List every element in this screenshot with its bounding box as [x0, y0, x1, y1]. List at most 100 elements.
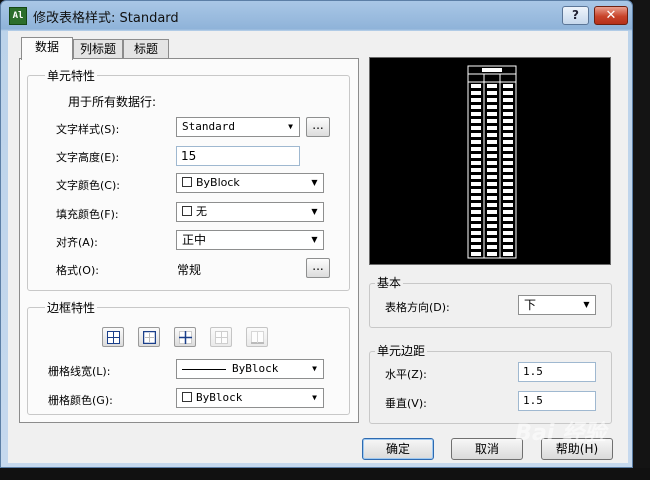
inside-borders-icon: [179, 331, 192, 344]
tab-title[interactable]: 标题: [123, 39, 169, 59]
preview-table-mark: [503, 126, 513, 130]
tab-column-header[interactable]: 列标题: [73, 39, 123, 59]
horizontal-margin-input[interactable]: 1.5: [518, 362, 596, 382]
preview-table-mark: [487, 189, 497, 193]
preview-table-mark: [471, 112, 481, 116]
preview-table-mark: [471, 203, 481, 207]
preview-table-mark: [471, 84, 481, 88]
preview-table-mark: [503, 154, 513, 158]
preview-table-mark: [487, 168, 497, 172]
fill-color-select[interactable]: 无 ▼: [176, 202, 324, 222]
dialog-window: Al 修改表格样式: Standard ? ✕ 数据 列标题 标题 单元特性 用…: [0, 0, 633, 468]
preview-table-mark: [487, 112, 497, 116]
text-color-label: 文字颜色(C):: [56, 179, 120, 192]
preview-table-mark: [482, 68, 502, 72]
text-style-ellipsis-button[interactable]: ...: [306, 117, 330, 137]
preview-table-mark: [503, 238, 513, 242]
preview-table-mark: [503, 210, 513, 214]
format-ellipsis-button[interactable]: ...: [306, 258, 330, 278]
help-title-button[interactable]: ?: [562, 6, 589, 25]
grid-color-label: 栅格颜色(G):: [48, 394, 113, 407]
preview-table-mark: [487, 133, 497, 137]
preview-table-mark: [471, 196, 481, 200]
window-title: 修改表格样式: Standard: [33, 11, 179, 26]
cell-properties-title: 单元特性: [45, 67, 98, 84]
preview-table-mark: [487, 98, 497, 102]
bottom-border-icon: [251, 331, 264, 344]
all-borders-button[interactable]: [102, 327, 124, 347]
preview-table-mark: [487, 154, 497, 158]
text-height-label: 文字高度(E):: [56, 151, 120, 164]
preview-table-mark: [487, 140, 497, 144]
preview-table-mark: [503, 161, 513, 165]
preview-table-mark: [503, 252, 513, 256]
table-preview-graphic: [467, 65, 517, 259]
fill-color-label: 填充颜色(F):: [56, 208, 119, 221]
preview-table-mark: [471, 252, 481, 256]
preview-table-mark: [487, 196, 497, 200]
preview-table-mark: [487, 84, 497, 88]
preview-table-mark: [471, 161, 481, 165]
alignment-select[interactable]: 正中 ▼: [176, 230, 324, 250]
preview-table-mark: [471, 140, 481, 144]
text-color-select[interactable]: ByBlock ▼: [176, 173, 324, 193]
watermark: Bai 经验: [515, 421, 606, 446]
app-icon: Al: [9, 7, 27, 25]
preview-table-mark: [503, 175, 513, 179]
preview-table-mark: [487, 161, 497, 165]
outside-borders-icon: [143, 331, 156, 344]
preview-table-mark: [503, 84, 513, 88]
preview-table-mark: [503, 245, 513, 249]
preview-table-mark: [471, 175, 481, 179]
chevron-down-icon: ▼: [311, 235, 318, 244]
preview-table-mark: [503, 196, 513, 200]
preview-table-mark: [503, 203, 513, 207]
preview-table-mark: [471, 245, 481, 249]
preview-table-mark: [503, 189, 513, 193]
vertical-margin-label: 垂直(V):: [385, 397, 427, 410]
direction-value: 下: [524, 298, 537, 312]
tab-panel-data: 单元特性 用于所有数据行: 文字样式(S): Standard ▼ ... 文字…: [19, 58, 359, 423]
direction-select[interactable]: 下 ▼: [518, 295, 596, 315]
preview-table-mark: [487, 119, 497, 123]
ok-button[interactable]: 确定: [362, 438, 434, 460]
inside-borders-button[interactable]: [174, 327, 196, 347]
preview-table-mark: [503, 140, 513, 144]
alignment-value: 正中: [182, 233, 207, 247]
cancel-button[interactable]: 取消: [451, 438, 523, 460]
chevron-down-icon: ▼: [311, 178, 318, 187]
preview-table-mark: [487, 147, 497, 151]
preview-table-mark: [503, 224, 513, 228]
preview-table-mark: [471, 91, 481, 95]
grid-color-select[interactable]: ByBlock ▼: [176, 388, 324, 408]
preview-table-mark: [471, 154, 481, 158]
preview-table-mark: [487, 245, 497, 249]
applies-to-label: 用于所有数据行:: [68, 95, 157, 109]
vertical-margin-input[interactable]: 1.5: [518, 391, 596, 411]
preview-table-mark: [487, 252, 497, 256]
outside-borders-button[interactable]: [138, 327, 160, 347]
color-swatch-icon: [182, 177, 192, 187]
text-style-label: 文字样式(S):: [56, 123, 120, 136]
preview-table-mark: [503, 105, 513, 109]
color-swatch-icon: [182, 392, 192, 402]
preview-table-mark: [487, 217, 497, 221]
no-borders-button[interactable]: [210, 327, 232, 347]
preview-table-mark: [471, 126, 481, 130]
bottom-border-button[interactable]: [246, 327, 268, 347]
preview-table-mark: [471, 119, 481, 123]
preview-table-mark: [503, 147, 513, 151]
preview-table-mark: [503, 231, 513, 235]
format-label: 格式(O):: [56, 264, 99, 277]
tab-data[interactable]: 数据: [21, 37, 73, 60]
line-weight-select[interactable]: ByBlock ▼: [176, 359, 324, 379]
preview-table-mark: [487, 105, 497, 109]
preview-table-mark: [471, 98, 481, 102]
color-swatch-icon: [182, 206, 192, 216]
direction-label: 表格方向(D):: [385, 301, 450, 314]
preview-table-mark: [503, 168, 513, 172]
preview-table-mark: [487, 231, 497, 235]
text-height-input[interactable]: 15: [176, 146, 300, 166]
text-style-select[interactable]: Standard ▼: [176, 117, 300, 137]
close-button[interactable]: ✕: [594, 6, 628, 25]
